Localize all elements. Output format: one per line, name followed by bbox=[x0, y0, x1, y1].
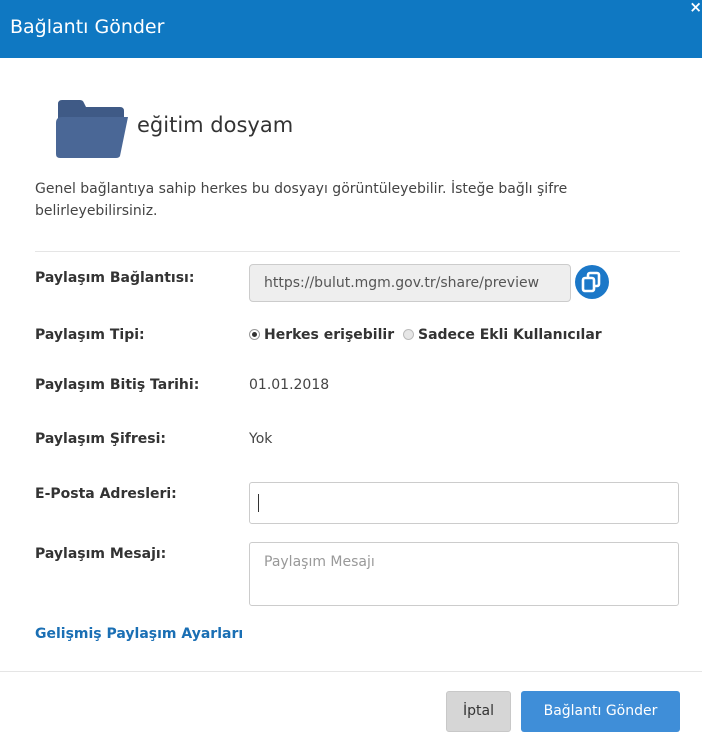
file-name: eğitim dosyam bbox=[137, 113, 294, 137]
radio-attached-users-label: Sadece Ekli Kullanıcılar bbox=[417, 327, 602, 343]
message-field[interactable] bbox=[249, 542, 679, 606]
dialog-title: Bağlantı Gönder bbox=[10, 16, 165, 38]
share-link-label: Paylaşım Bağlantısı: bbox=[35, 270, 195, 286]
share-type-radio-group: Herkes erişebilir Sadece Ekli Kullanıcıl… bbox=[249, 327, 602, 343]
advanced-settings-link[interactable]: Gelişmiş Paylaşım Ayarları bbox=[35, 626, 243, 642]
radio-everyone[interactable]: Herkes erişebilir bbox=[249, 327, 399, 343]
emails-label: E-Posta Adresleri: bbox=[35, 486, 177, 502]
radio-everyone-label: Herkes erişebilir bbox=[264, 327, 395, 343]
text-cursor bbox=[258, 494, 259, 512]
email-field[interactable] bbox=[249, 482, 679, 524]
dialog-header: Bağlantı Gönder × bbox=[0, 0, 702, 58]
send-link-button[interactable]: Bağlantı Gönder bbox=[521, 691, 680, 732]
close-icon[interactable]: × bbox=[689, 0, 702, 16]
share-link-field[interactable]: https://bulut.mgm.gov.tr/share/preview bbox=[249, 264, 571, 302]
share-description: Genel bağlantıya sahip herkes bu dosyayı… bbox=[35, 181, 568, 219]
radio-attached-users-control[interactable] bbox=[402, 329, 414, 340]
radio-attached-users[interactable]: Sadece Ekli Kullanıcılar bbox=[402, 327, 602, 343]
footer-divider bbox=[0, 671, 702, 672]
share-type-label: Paylaşım Tipi: bbox=[35, 327, 145, 343]
password-value: Yok bbox=[249, 431, 273, 447]
radio-everyone-control[interactable] bbox=[249, 329, 260, 340]
expiry-label: Paylaşım Bitiş Tarihi: bbox=[35, 377, 200, 393]
folder-icon bbox=[56, 100, 128, 158]
password-label: Paylaşım Şifresi: bbox=[35, 431, 166, 447]
message-label: Paylaşım Mesajı: bbox=[35, 546, 167, 562]
expiry-value: 01.01.2018 bbox=[249, 377, 330, 393]
copy-icon[interactable] bbox=[574, 264, 610, 300]
cancel-button[interactable]: İptal bbox=[446, 691, 511, 732]
divider bbox=[35, 251, 680, 252]
